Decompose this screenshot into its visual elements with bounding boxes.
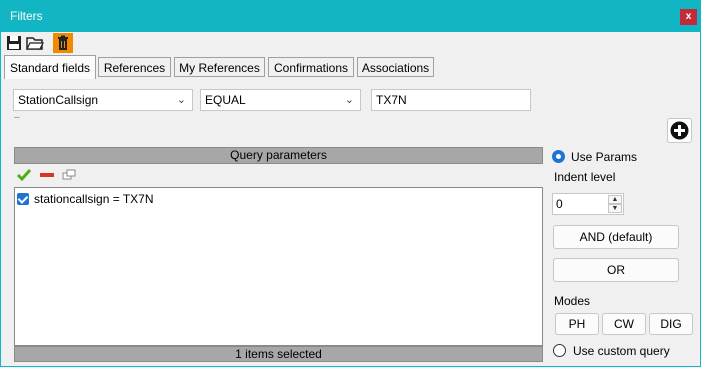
indent-level-spinner[interactable]: 0 ▲ ▼ xyxy=(552,193,624,215)
operator-select[interactable]: EQUAL ⌄ xyxy=(200,89,361,111)
use-params-radio[interactable] xyxy=(552,150,565,163)
list-item-text: stationcallsign = TX7N xyxy=(34,192,154,206)
spin-down-icon[interactable]: ▼ xyxy=(608,204,622,213)
indent-level-label: Indent level xyxy=(554,170,616,184)
query-list[interactable]: stationcallsign = TX7N xyxy=(14,187,543,346)
mode-ph-button[interactable]: PH xyxy=(555,313,599,335)
chevron-down-icon: ⌄ xyxy=(344,94,354,106)
title-bar: Filters x xyxy=(0,0,701,32)
tab-my-references[interactable]: My References xyxy=(174,57,265,77)
open-folder-icon[interactable] xyxy=(25,33,45,53)
close-button[interactable]: x xyxy=(680,9,697,25)
window-title: Filters xyxy=(10,9,43,23)
indent-level-value: 0 xyxy=(556,197,563,211)
spin-up-icon[interactable]: ▲ xyxy=(608,195,622,204)
modes-label: Modes xyxy=(554,294,591,308)
value-input[interactable]: TX7N xyxy=(371,89,531,111)
operator-select-value: EQUAL xyxy=(205,93,246,107)
query-parameters-header: Query parameters xyxy=(14,147,543,164)
tab-references[interactable]: References xyxy=(98,57,171,77)
use-params-label: Use Params xyxy=(571,150,638,164)
dash-mark: – xyxy=(14,112,20,123)
tab-associations[interactable]: Associations xyxy=(357,57,434,77)
mode-dig-button[interactable]: DIG xyxy=(649,313,693,335)
remove-icon[interactable] xyxy=(39,168,55,182)
custom-query-label: Use custom query xyxy=(573,344,670,358)
group-icon[interactable] xyxy=(61,168,77,182)
field-select[interactable]: StationCallsign ⌄ xyxy=(13,89,193,111)
tab-confirmations[interactable]: Confirmations xyxy=(268,57,354,77)
field-select-value: StationCallsign xyxy=(18,93,99,107)
custom-query-radio[interactable] xyxy=(553,344,566,357)
mode-cw-button[interactable]: CW xyxy=(602,313,646,335)
checkmark-icon[interactable] xyxy=(16,168,32,182)
trash-icon[interactable] xyxy=(53,33,73,53)
plus-circle-icon xyxy=(670,121,689,140)
add-filter-button[interactable] xyxy=(667,118,692,143)
or-button[interactable]: OR xyxy=(553,258,679,282)
item-checkbox[interactable] xyxy=(17,193,29,205)
and-button[interactable]: AND (default) xyxy=(553,225,679,249)
selection-status: 1 items selected xyxy=(14,346,543,362)
tab-standard-fields[interactable]: Standard fields xyxy=(4,55,96,79)
save-icon[interactable] xyxy=(4,33,24,53)
chevron-down-icon: ⌄ xyxy=(176,94,186,106)
